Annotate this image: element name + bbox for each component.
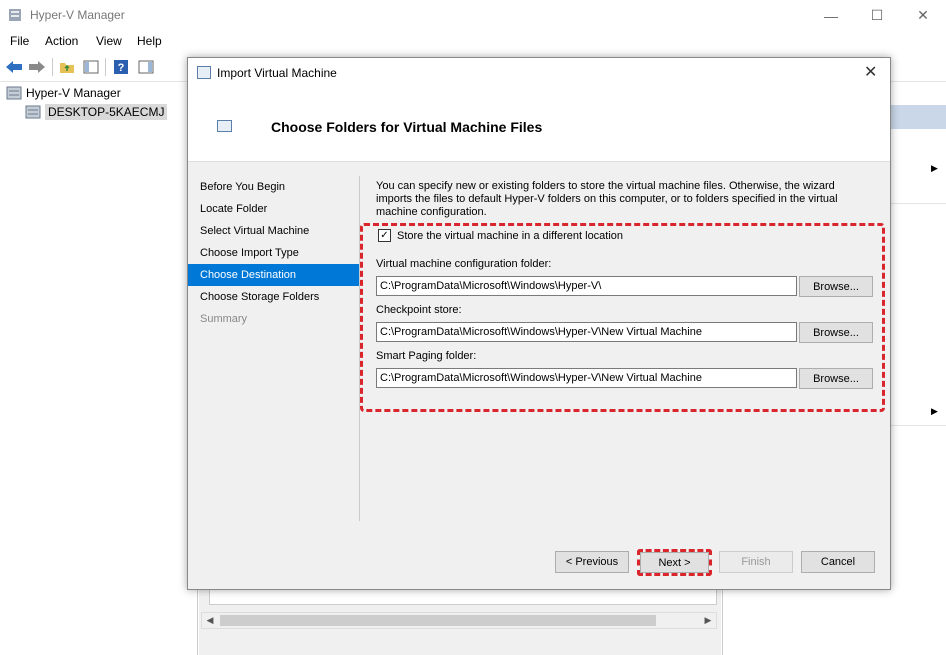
menubar: File Action View Help: [0, 31, 946, 52]
previous-button[interactable]: < Previous: [555, 551, 629, 573]
menu-file[interactable]: File: [10, 34, 29, 48]
checkpoint-store-input[interactable]: [376, 322, 797, 342]
main-titlebar: Hyper-V Manager — ☐ ✕: [0, 0, 946, 31]
checkpoint-browse-button[interactable]: Browse...: [799, 322, 873, 343]
submenu-arrow-icon[interactable]: ▶: [931, 406, 938, 417]
maximize-button[interactable]: ☐: [854, 0, 900, 31]
step-choose-storage-folders[interactable]: Choose Storage Folders: [188, 286, 359, 308]
different-location-checkbox-row[interactable]: ✓ Store the virtual machine in a differe…: [378, 229, 623, 242]
menu-action[interactable]: Action: [45, 34, 78, 48]
step-locate-folder[interactable]: Locate Folder: [188, 198, 359, 220]
tree-label-host: DESKTOP-5KAECMJ: [45, 104, 168, 120]
svg-text:?: ?: [118, 62, 125, 74]
tree-pane: Hyper-V Manager DESKTOP-5KAECMJ: [1, 83, 198, 655]
up-folder-icon[interactable]: [57, 57, 77, 77]
import-vm-dialog: Import Virtual Machine ✕ Choose Folders …: [187, 57, 891, 590]
smart-paging-label: Smart Paging folder:: [376, 350, 477, 362]
different-location-checkbox[interactable]: ✓: [378, 229, 391, 242]
step-choose-destination[interactable]: Choose Destination: [188, 264, 359, 286]
import-icon: [197, 66, 211, 79]
toolbar-separator: [105, 58, 106, 76]
close-button[interactable]: ✕: [900, 0, 946, 31]
show-hide-tree-icon[interactable]: [81, 57, 101, 77]
toolbar-separator: [52, 58, 53, 76]
window-title: Hyper-V Manager: [30, 8, 125, 22]
scroll-right-icon[interactable]: ▶: [700, 613, 716, 628]
computer-icon: [25, 105, 41, 119]
help-icon[interactable]: ?: [111, 57, 131, 77]
tree-item-host[interactable]: DESKTOP-5KAECMJ: [25, 104, 168, 120]
minimize-button[interactable]: —: [808, 0, 854, 31]
dialog-titlebar: Import Virtual Machine ✕: [188, 58, 890, 88]
smart-paging-input[interactable]: [376, 368, 797, 388]
back-arrow-icon[interactable]: [4, 57, 24, 77]
tree-item-hyperv-manager[interactable]: Hyper-V Manager: [6, 86, 121, 100]
scrollbar-thumb[interactable]: [220, 615, 656, 626]
dialog-header: Choose Folders for Virtual Machine Files: [188, 88, 890, 162]
step-before-you-begin[interactable]: Before You Begin: [188, 176, 359, 198]
step-choose-import-type[interactable]: Choose Import Type: [188, 242, 359, 264]
show-hide-action-pane-icon[interactable]: [136, 57, 156, 77]
dialog-title: Import Virtual Machine: [217, 66, 337, 80]
different-location-label: Store the virtual machine in a different…: [397, 229, 624, 242]
dialog-close-button[interactable]: ✕: [864, 62, 877, 82]
config-folder-input[interactable]: [376, 276, 797, 296]
scroll-left-icon[interactable]: ◀: [202, 613, 218, 628]
submenu-arrow-icon[interactable]: ▶: [931, 163, 938, 174]
hyperv-app-icon: [9, 9, 21, 21]
center-pane-bottom: ◀ ▶: [199, 585, 721, 655]
page-description: You can specify new or existing folders …: [376, 180, 838, 218]
import-wizard-icon: [217, 120, 232, 132]
config-folder-label: Virtual machine configuration folder:: [376, 258, 552, 270]
step-select-virtual-machine[interactable]: Select Virtual Machine: [188, 220, 359, 242]
checkpoint-store-label: Checkpoint store:: [376, 304, 462, 316]
server-icon: [6, 86, 22, 100]
forward-arrow-icon[interactable]: [27, 57, 47, 77]
menu-help[interactable]: Help: [137, 34, 162, 48]
horizontal-scrollbar[interactable]: ◀ ▶: [201, 612, 717, 629]
config-browse-button[interactable]: Browse...: [799, 276, 873, 297]
page-title: Choose Folders for Virtual Machine Files: [271, 119, 543, 135]
tree-label-root: Hyper-V Manager: [26, 86, 121, 100]
smart-paging-browse-button[interactable]: Browse...: [799, 368, 873, 389]
wizard-steps: Before You Begin Locate Folder Select Vi…: [188, 176, 359, 330]
finish-button: Finish: [719, 551, 793, 573]
step-summary: Summary: [200, 313, 248, 325]
menu-view[interactable]: View: [96, 34, 122, 48]
next-button[interactable]: Next >: [640, 552, 709, 573]
cancel-button[interactable]: Cancel: [801, 551, 875, 573]
